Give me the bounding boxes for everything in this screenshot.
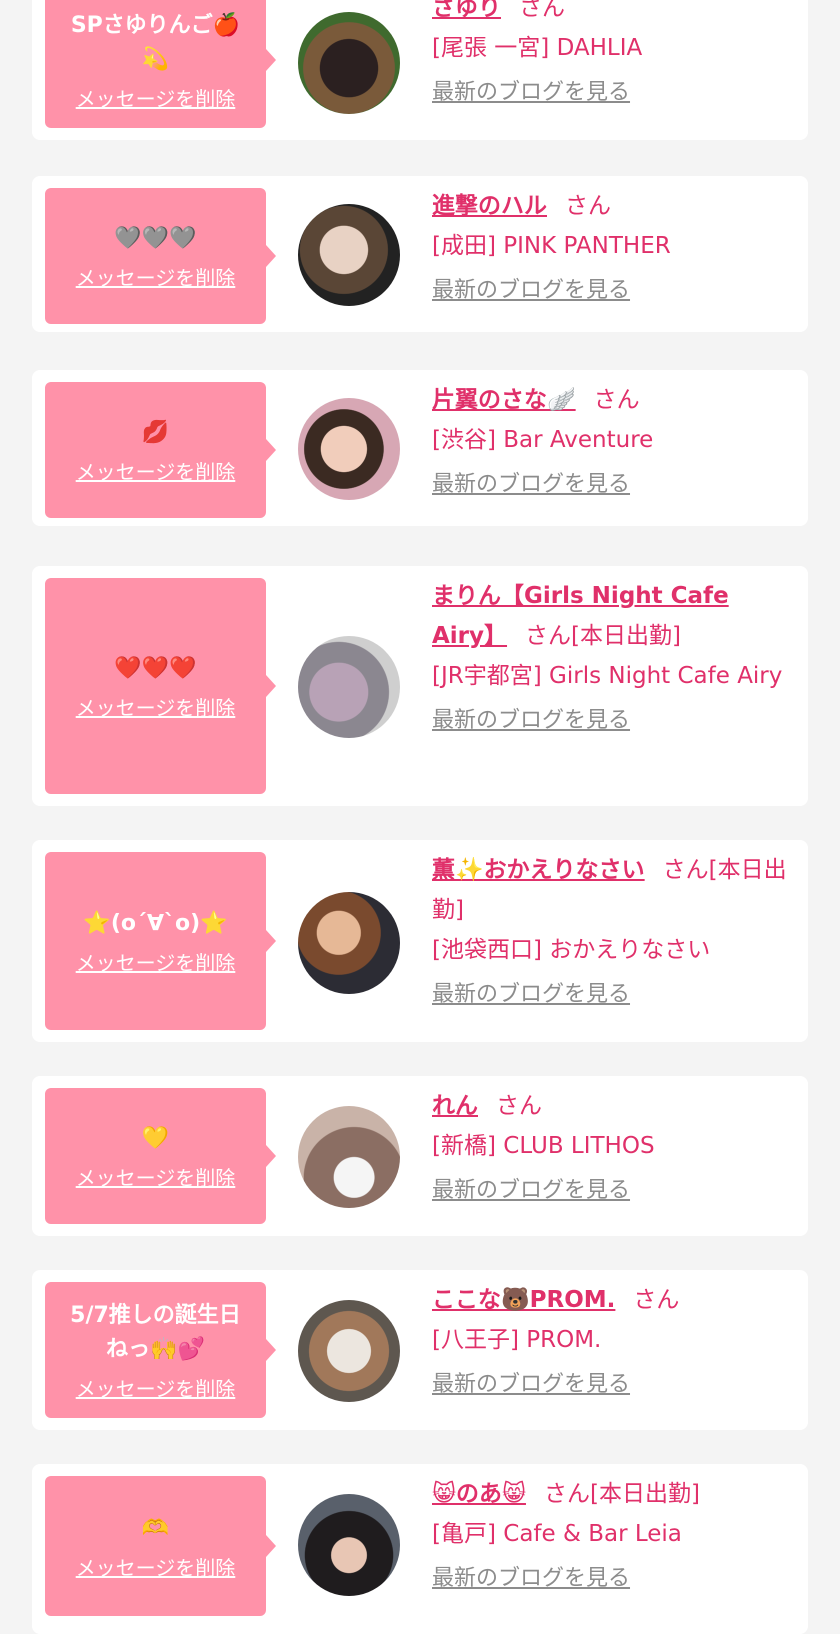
list-item: 🩶🩶🩶 メッセージを削除 進撃のハル さん [成田] PINK PANTHER 最… — [32, 176, 808, 332]
message-text: SPさゆりんご🍎💫 — [70, 12, 241, 72]
delete-message-link[interactable]: メッセージを削除 — [76, 262, 236, 291]
shop-info: [亀戸] Cafe & Bar Leia — [432, 1521, 682, 1547]
latest-blog-link[interactable]: 最新のブログを見る — [432, 1368, 630, 1402]
name-suffix: さん — [633, 1287, 680, 1313]
delete-message-link[interactable]: メッセージを削除 — [76, 1162, 236, 1191]
latest-blog-link[interactable]: 最新のブログを見る — [432, 978, 630, 1012]
user-name-link[interactable]: 片翼のさな🪽 — [432, 387, 576, 413]
name-suffix: さん[本日出勤] — [543, 1481, 700, 1507]
latest-blog-link[interactable]: 最新のブログを見る — [432, 76, 630, 110]
latest-blog-link[interactable]: 最新のブログを見る — [432, 468, 630, 502]
name-suffix: さん — [496, 1093, 542, 1119]
avatar[interactable] — [298, 1106, 400, 1208]
message-text: ⭐️(o´∀`o)⭐️ — [83, 910, 228, 936]
list-item: 🫶 メッセージを削除 😸のあ😸 さん[本日出勤] [亀戸] Cafe & Bar … — [32, 1464, 808, 1634]
user-name-link[interactable]: ここな🐻PROM. — [432, 1287, 615, 1313]
list-item: 5/7推しの誕生日ねっ🙌💕 メッセージを削除 ここな🐻PROM. さん [八王子]… — [32, 1270, 808, 1430]
message-bubble: ❤️❤️❤️ メッセージを削除 — [45, 578, 276, 794]
message-text: 💛 — [141, 1125, 170, 1151]
latest-blog-link[interactable]: 最新のブログを見る — [432, 1562, 630, 1596]
delete-message-link[interactable]: メッセージを削除 — [76, 1552, 236, 1581]
shop-info: [八王子] PROM. — [432, 1327, 602, 1353]
message-text: ❤️❤️❤️ — [114, 655, 197, 681]
name-suffix: さん — [519, 0, 565, 21]
avatar[interactable] — [298, 636, 400, 738]
shop-info: [池袋西口] おかえりなさい — [432, 937, 711, 963]
message-bubble: SPさゆりんご🍎💫 メッセージを削除 — [45, 0, 276, 128]
list-item: 💛 メッセージを削除 れん さん [新橋] CLUB LITHOS 最新のブログを… — [32, 1076, 808, 1236]
shop-info: [尾張 一宮] DAHLIA — [432, 35, 643, 61]
name-suffix: さん[本日出勤] — [525, 623, 681, 649]
list-item: 💋 メッセージを削除 片翼のさな🪽 さん [渋谷] Bar Aventure 最新… — [32, 370, 808, 526]
list-item: SPさゆりんご🍎💫 メッセージを削除 さゆり さん [尾張 一宮] DAHLIA … — [32, 0, 808, 140]
delete-message-link[interactable]: メッセージを削除 — [76, 947, 236, 976]
user-name-link[interactable]: れん — [432, 1093, 478, 1119]
shop-info: [渋谷] Bar Aventure — [432, 427, 654, 453]
user-name-link[interactable]: 薫✨おかえりなさい — [432, 857, 645, 883]
avatar[interactable] — [298, 1494, 400, 1596]
avatar[interactable] — [298, 892, 400, 994]
user-name-link[interactable]: さゆり — [432, 0, 501, 21]
list-item: ⭐️(o´∀`o)⭐️ メッセージを削除 薫✨おかえりなさい さん[本日出勤] [… — [32, 840, 808, 1042]
name-suffix: さん — [593, 387, 640, 413]
avatar[interactable] — [298, 12, 400, 114]
user-name-link[interactable]: 進撃のハル — [432, 193, 547, 219]
shop-info: [新橋] CLUB LITHOS — [432, 1133, 655, 1159]
message-bubble: ⭐️(o´∀`o)⭐️ メッセージを削除 — [45, 852, 276, 1030]
user-name-link[interactable]: 😸のあ😸 — [432, 1481, 526, 1507]
message-bubble: 🫶 メッセージを削除 — [45, 1476, 276, 1616]
list-item: ❤️❤️❤️ メッセージを削除 まりん【Girls Night Cafe Air… — [32, 566, 808, 806]
message-text: 🫶 — [141, 1515, 170, 1541]
latest-blog-link[interactable]: 最新のブログを見る — [432, 274, 630, 308]
message-bubble: 🩶🩶🩶 メッセージを削除 — [45, 188, 276, 324]
delete-message-link[interactable]: メッセージを削除 — [76, 83, 236, 112]
shop-info: [JR宇都宮] Girls Night Cafe Airy — [432, 663, 783, 689]
avatar[interactable] — [298, 1300, 400, 1402]
name-suffix: さん — [565, 193, 611, 219]
shop-info: [成田] PINK PANTHER — [432, 233, 671, 259]
message-bubble: 💋 メッセージを削除 — [45, 382, 276, 518]
avatar[interactable] — [298, 204, 400, 306]
message-text: 💋 — [141, 419, 170, 445]
latest-blog-link[interactable]: 最新のブログを見る — [432, 704, 630, 738]
avatar[interactable] — [298, 398, 400, 500]
message-bubble: 5/7推しの誕生日ねっ🙌💕 メッセージを削除 — [45, 1282, 276, 1418]
message-text: 5/7推しの誕生日ねっ🙌💕 — [70, 1302, 241, 1362]
message-bubble: 💛 メッセージを削除 — [45, 1088, 276, 1224]
message-text: 🩶🩶🩶 — [114, 225, 197, 251]
delete-message-link[interactable]: メッセージを削除 — [76, 456, 236, 485]
latest-blog-link[interactable]: 最新のブログを見る — [432, 1174, 630, 1208]
delete-message-link[interactable]: メッセージを削除 — [76, 692, 236, 721]
delete-message-link[interactable]: メッセージを削除 — [76, 1373, 236, 1402]
